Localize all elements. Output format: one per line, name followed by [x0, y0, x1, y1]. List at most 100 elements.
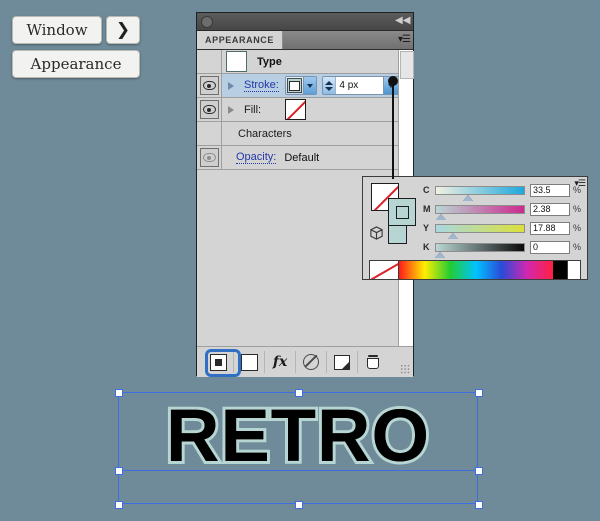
appearance-row-fill-label: Fill:	[244, 103, 262, 116]
appearance-row-characters-label: Characters	[238, 127, 292, 140]
panel-menu-icon[interactable]: ▾☰	[398, 34, 411, 45]
clear-appearance-button[interactable]	[296, 351, 327, 373]
annotation-dot	[388, 76, 398, 86]
window-menu-label: Window	[26, 21, 88, 39]
selection-handle[interactable]	[295, 501, 303, 509]
magenta-input[interactable]: 2.38	[530, 202, 570, 216]
collapse-panel-icon[interactable]: ◀◀	[395, 16, 410, 27]
visibility-toggle-fill[interactable]	[197, 98, 222, 121]
slider-thumb-yellow[interactable]	[448, 232, 459, 239]
slider-track-black[interactable]	[435, 242, 525, 258]
tabstrip-filler	[283, 31, 413, 49]
selection-handle[interactable]	[115, 467, 123, 475]
cmyk-sliders: C 33.5 % M 2.38 % Y 17.88 % K 0 %	[419, 182, 581, 258]
visibility-toggle-opacity[interactable]	[197, 146, 222, 169]
slider-row-yellow: Y 17.88 %	[423, 220, 582, 239]
appearance-panel-toolbar: fx	[197, 346, 413, 377]
duplicate-item-button[interactable]	[327, 351, 358, 373]
color-swatch-group	[369, 182, 419, 244]
fx-icon: fx	[272, 354, 288, 370]
selection-handle[interactable]	[475, 389, 483, 397]
cyan-unit: %	[573, 185, 582, 195]
appearance-menu-button[interactable]: Appearance	[12, 50, 140, 78]
appearance-menu-label: Appearance	[30, 55, 122, 73]
add-new-stroke-button[interactable]	[203, 349, 241, 377]
spectrum-ramp[interactable]	[399, 261, 553, 279]
disclosure-triangle-stroke-icon[interactable]	[228, 81, 234, 90]
black-input[interactable]: 0	[530, 240, 570, 254]
eye-box-opacity	[199, 148, 219, 167]
selection-handle[interactable]	[475, 467, 483, 475]
slider-track-magenta[interactable]	[435, 204, 525, 220]
artwork-selection[interactable]: RETRO RETRO	[115, 389, 483, 509]
disclosure-triangle-fill-icon[interactable]	[228, 105, 234, 114]
no-symbol-icon	[303, 354, 319, 370]
stroke-color-swatch	[286, 78, 303, 93]
stroke-color-swatch-button[interactable]	[284, 76, 317, 95]
slider-thumb-black[interactable]	[435, 251, 446, 258]
add-new-fill-button[interactable]	[234, 351, 265, 373]
add-new-effect-button[interactable]: fx	[265, 351, 296, 373]
appearance-row-stroke[interactable]: Stroke: 4 px	[197, 74, 399, 98]
empty-square-icon	[240, 353, 258, 371]
color-panel-top: C 33.5 % M 2.38 % Y 17.88 % K 0 %	[369, 182, 581, 258]
stroke-width-stepper[interactable]	[322, 77, 336, 94]
chevron-right-button[interactable]: ❯	[106, 16, 140, 44]
slider-thumb-cyan[interactable]	[463, 194, 474, 201]
yellow-unit: %	[573, 223, 582, 233]
window-menu-button[interactable]: Window	[12, 16, 102, 44]
scrollbar-thumb[interactable]	[400, 51, 414, 79]
slider-thumb-magenta[interactable]	[436, 213, 446, 220]
type-swatch[interactable]	[226, 51, 247, 72]
delete-item-button[interactable]	[358, 351, 388, 373]
none-color-swatch[interactable]	[370, 261, 399, 279]
eye-icon	[202, 105, 216, 114]
stroke-color-swatch[interactable]	[388, 198, 416, 226]
eye-box-fill	[199, 100, 219, 119]
appearance-row-opacity[interactable]: Opacity: Default	[197, 146, 399, 170]
stepper-up-icon	[325, 80, 334, 85]
stroke-swatch-dropdown-icon[interactable]	[303, 77, 316, 94]
cyan-input[interactable]: 33.5	[530, 183, 570, 197]
appearance-row-stroke-label[interactable]: Stroke:	[244, 79, 279, 92]
retro-text-fill: RETRO	[166, 394, 430, 477]
color-spectrum-bar[interactable]	[369, 260, 581, 280]
appearance-row-opacity-label[interactable]: Opacity:	[236, 151, 277, 164]
visibility-toggle-stroke[interactable]	[197, 74, 222, 97]
selection-handle[interactable]	[115, 389, 123, 397]
selection-handle[interactable]	[295, 389, 303, 397]
visibility-cell-characters	[197, 122, 222, 145]
panel-resize-grip[interactable]	[400, 364, 410, 374]
appearance-row-characters[interactable]: Characters	[197, 122, 399, 146]
appearance-rows: Type Stroke: 4 px Fill: Characters Opaci…	[197, 50, 399, 170]
eye-icon	[202, 81, 216, 90]
trash-icon	[367, 355, 379, 369]
appearance-row-fill[interactable]: Fill:	[197, 98, 399, 122]
slider-track-yellow[interactable]	[435, 223, 525, 239]
last-color-swatch[interactable]	[388, 225, 407, 244]
black-swatch[interactable]	[553, 261, 567, 279]
slider-track-cyan[interactable]	[435, 185, 525, 201]
fill-none-swatch[interactable]	[285, 99, 307, 120]
selection-handle[interactable]	[115, 501, 123, 509]
slider-label-cyan: C	[423, 185, 430, 195]
slider-row-cyan: C 33.5 %	[423, 182, 582, 201]
yellow-input[interactable]: 17.88	[530, 221, 570, 235]
eye-box-stroke	[199, 76, 219, 95]
3d-cube-icon	[370, 226, 383, 240]
slider-label-yellow: Y	[423, 223, 430, 233]
color-panel: ▾☰ C 33.5 % M 2.38 % Y 17.88 % K 0 %	[362, 176, 588, 280]
selection-handle[interactable]	[475, 501, 483, 509]
slider-label-magenta: M	[423, 204, 431, 214]
tab-appearance[interactable]: APPEARANCE	[197, 31, 284, 49]
duplicate-icon	[334, 354, 350, 370]
slider-row-magenta: M 2.38 %	[423, 201, 581, 220]
white-swatch[interactable]	[567, 261, 580, 279]
stroke-width-input[interactable]: 4 px	[335, 77, 383, 94]
slider-label-black: K	[423, 242, 430, 252]
panel-titlebar[interactable]: ◀◀	[197, 13, 413, 31]
slider-row-black: K 0 %	[423, 239, 581, 258]
appearance-row-type[interactable]: Type	[197, 50, 399, 74]
appearance-row-type-label: Type	[257, 55, 282, 68]
stepper-down-icon	[325, 86, 334, 91]
